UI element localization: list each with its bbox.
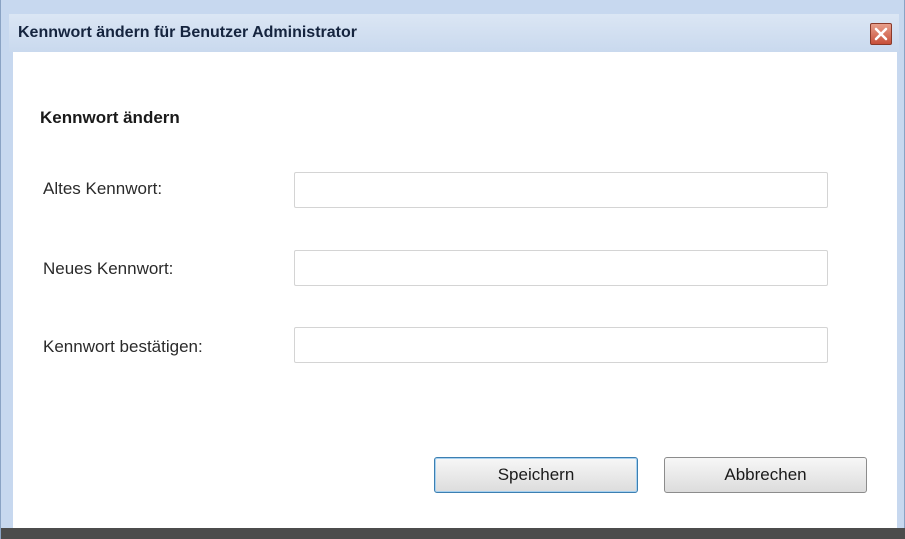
old-password-label: Altes Kennwort: xyxy=(43,179,163,198)
new-password-field[interactable] xyxy=(294,250,828,286)
cancel-button[interactable]: Abbrechen xyxy=(664,457,867,493)
dialog-titlebar[interactable]: Kennwort ändern für Benutzer Administrat… xyxy=(9,14,899,52)
change-password-dialog: Kennwort ändern für Benutzer Administrat… xyxy=(0,0,905,539)
close-button[interactable] xyxy=(870,23,892,45)
old-password-field[interactable] xyxy=(294,172,828,208)
confirm-password-label: Kennwort bestätigen: xyxy=(43,337,203,356)
dialog-bottom-frame xyxy=(1,528,905,539)
dialog-title: Kennwort ändern für Benutzer Administrat… xyxy=(18,24,357,41)
section-title: Kennwort ändern xyxy=(40,108,180,127)
dialog-content: Kennwort ändern Altes Kennwort: Neues Ke… xyxy=(13,52,897,528)
confirm-password-field[interactable] xyxy=(294,327,828,363)
save-button[interactable]: Speichern xyxy=(434,457,638,493)
close-icon xyxy=(874,27,888,41)
new-password-label: Neues Kennwort: xyxy=(43,259,174,278)
